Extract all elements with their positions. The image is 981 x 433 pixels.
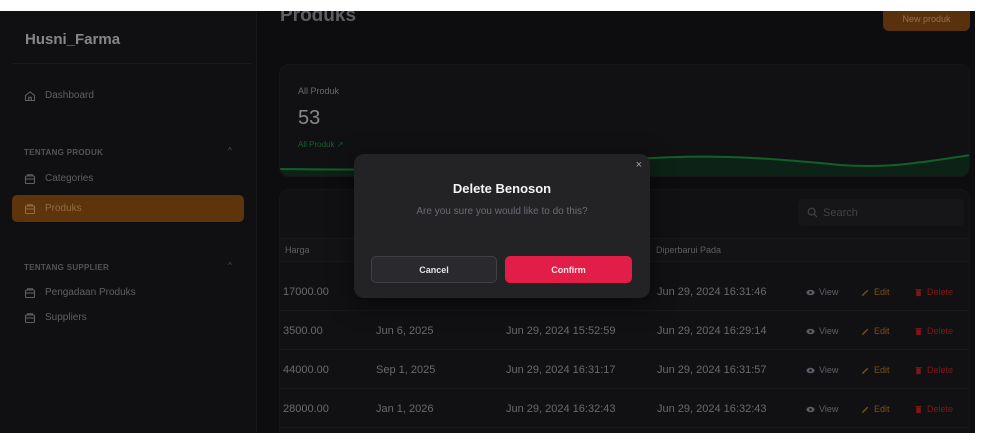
modal-title: Delete Benoson [452,181,552,196]
confirm-button[interactable]: Confirm [505,256,632,283]
app-window: Husni_Farma Dashboard TENTANG PRODUK ^ C… [0,11,975,433]
delete-confirmation-modal: × Delete Benoson Are you sure you would … [354,154,650,298]
cancel-button[interactable]: Cancel [371,256,497,283]
modal-description: Are you sure you would like to do this? [416,206,588,217]
close-icon[interactable]: × [636,159,642,171]
